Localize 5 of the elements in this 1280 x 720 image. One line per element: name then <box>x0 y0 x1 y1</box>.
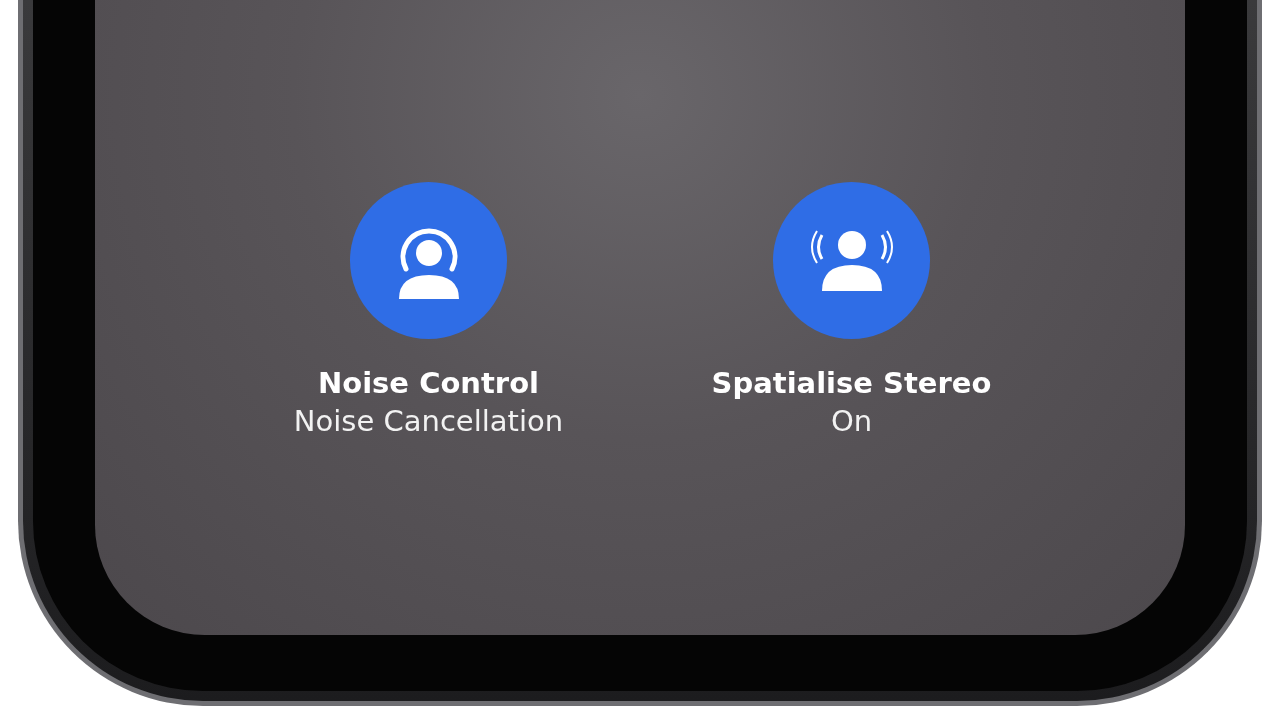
person-sound-waves-icon <box>808 228 895 293</box>
control-title: Noise Control <box>317 365 539 401</box>
control-title: Spatialise Stereo <box>711 365 992 401</box>
control-value: Noise Cancellation <box>293 403 564 440</box>
control-value: On <box>830 403 873 440</box>
